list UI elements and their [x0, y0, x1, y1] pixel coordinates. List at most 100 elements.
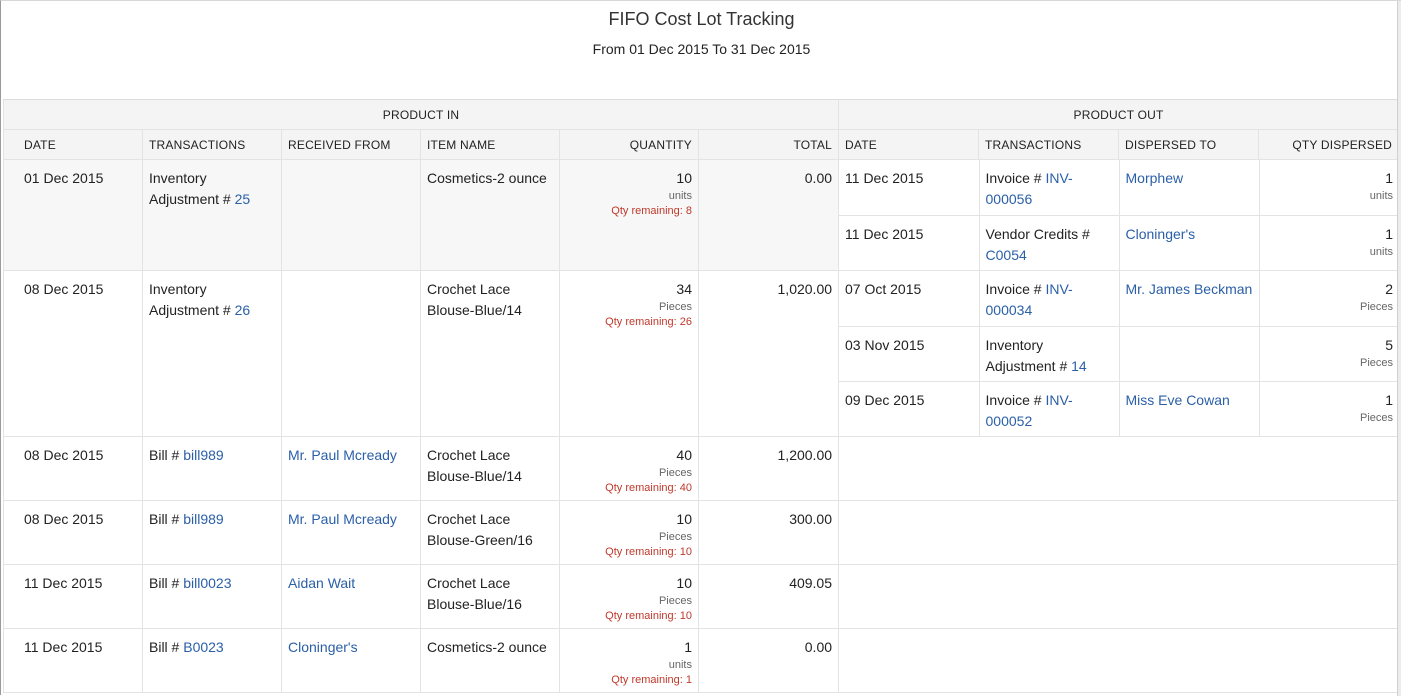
product-out-lots: 07 Oct 2015 Invoice # INV-000034 Mr. James…	[839, 271, 1398, 436]
col-out-transactions: TRANSACTIONS	[978, 129, 1120, 160]
quantity-value: 10	[676, 170, 692, 186]
row-date: 08 Dec 2015	[24, 447, 104, 463]
row-total: 409.05	[789, 575, 833, 591]
report-body: 01 Dec 2015 Inventory Adjustment # 25 Cosm…	[3, 159, 1400, 693]
row-item-name: Crochet Lace Blouse-Blue/14	[427, 447, 522, 484]
out-row: 07 Oct 2015 Invoice # INV-000034 Mr. James…	[839, 271, 1398, 327]
out-date: 11 Dec 2015	[845, 225, 924, 242]
out-transaction: Invoice # INV-000056	[980, 161, 1119, 211]
out-transaction: Vendor Credits # C0054	[980, 216, 1119, 266]
col-received-from: RECEIVED FROM	[281, 129, 421, 160]
row-date: 01 Dec 2015	[24, 170, 104, 186]
col-item-name: ITEM NAME	[420, 129, 560, 160]
row-item-name: Crochet Lace Blouse-Blue/14	[427, 281, 522, 318]
quantity-unit: units	[668, 659, 692, 671]
out-transaction: Invoice # INV-000052	[980, 382, 1119, 432]
fifo-lot-table: PRODUCT IN PRODUCT OUT DATE TRANSACTIONS…	[2, 99, 1400, 693]
received-from-link[interactable]: Mr. Paul Mcready	[283, 438, 420, 467]
row-transaction: Bill # bill989	[144, 502, 281, 531]
row-date: 11 Dec 2015	[24, 575, 103, 591]
out-qty-value: 1	[1385, 391, 1394, 408]
received-from-link[interactable]: Cloninger's	[283, 630, 420, 659]
product-out-empty	[838, 564, 1400, 629]
product-out-cell: 07 Oct 2015 Invoice # INV-000034 Mr. James…	[838, 270, 1400, 437]
transaction-link[interactable]: B0023	[183, 639, 223, 655]
received-from-link[interactable]	[283, 272, 420, 280]
out-row: 11 Dec 2015 Invoice # INV-000056 Morphew 1 u…	[839, 160, 1398, 216]
qty-remaining: Qty remaining: 10	[605, 546, 692, 558]
quantity-unit: Pieces	[658, 467, 692, 479]
out-qty-value: 5	[1385, 336, 1394, 353]
row-quantity: 10 Pieces Qty remaining: 10	[561, 502, 698, 561]
out-transaction: Invoice # INV-000034	[980, 272, 1119, 322]
row-total: 1,200.00	[777, 447, 833, 463]
transaction-link[interactable]: 26	[235, 302, 251, 318]
out-qty: 1 Pieces	[1260, 382, 1398, 426]
out-transaction-type: Inventory Adjustment #	[985, 336, 1072, 374]
out-date: 07 Oct 2015	[845, 281, 922, 297]
quantity-unit: units	[668, 190, 692, 202]
qty-remaining: Qty remaining: 40	[605, 482, 692, 494]
received-from-link[interactable]	[283, 161, 420, 169]
col-quantity: QUANTITY	[559, 129, 699, 160]
out-transaction-type: Vendor Credits #	[985, 225, 1090, 242]
qty-remaining: Qty remaining: 10	[605, 610, 692, 622]
row-quantity: 10 units Qty remaining: 8	[561, 161, 698, 220]
received-from-link[interactable]: Mr. Paul Mcready	[283, 502, 420, 531]
col-transactions: TRANSACTIONS	[142, 129, 282, 160]
transaction-type: Inventory Adjustment #	[149, 170, 235, 207]
product-out-cell: 11 Dec 2015 Invoice # INV-000056 Morphew 1 u…	[838, 159, 1400, 271]
row-transaction: Bill # B0023	[144, 630, 281, 659]
row-quantity: 34 Pieces Qty remaining: 26	[561, 272, 698, 331]
table-row: 08 Dec 2015 Inventory Adjustment # 26 Croc…	[3, 270, 1400, 437]
row-total: 0.00	[804, 639, 833, 655]
quantity-unit: Pieces	[658, 531, 692, 543]
product-out-empty	[838, 628, 1400, 693]
quantity-value: 10	[676, 575, 692, 591]
received-from-link[interactable]: Aidan Wait	[283, 566, 420, 595]
table-row: 11 Dec 2015 Bill # B0023 Cloninger's Cosmet…	[3, 628, 1400, 693]
transaction-type: Bill #	[149, 575, 184, 591]
dispersed-to-link[interactable]	[1120, 327, 1259, 335]
out-transaction-link[interactable]: 14	[1071, 358, 1087, 374]
out-qty-value: 1	[1385, 225, 1394, 242]
transaction-type: Bill #	[149, 639, 184, 655]
row-transaction: Inventory Adjustment # 26	[144, 272, 281, 322]
table-row: 01 Dec 2015 Inventory Adjustment # 25 Cosm…	[3, 159, 1400, 271]
quantity-value: 34	[676, 281, 692, 297]
out-qty: 1 units	[1260, 161, 1398, 205]
out-transaction-type: Invoice #	[985, 170, 1046, 186]
transaction-link[interactable]: bill989	[183, 511, 223, 527]
product-in-header: PRODUCT IN	[2, 99, 840, 130]
transaction-link[interactable]: 25	[235, 191, 251, 207]
row-date: 08 Dec 2015	[24, 511, 104, 527]
out-row: 11 Dec 2015 Vendor Credits # C0054 Cloning…	[839, 215, 1398, 270]
out-qty-unit: Pieces	[1359, 356, 1394, 369]
out-date: 09 Dec 2015	[845, 391, 925, 408]
quantity-value: 1	[684, 639, 692, 655]
row-item-name: Crochet Lace Blouse-Blue/16	[427, 575, 522, 612]
col-out-date: DATE	[838, 129, 980, 160]
table-row: 08 Dec 2015 Bill # bill989 Mr. Paul Mcread…	[3, 436, 1400, 501]
out-qty: 5 Pieces	[1260, 327, 1398, 371]
product-out-lots: 11 Dec 2015 Invoice # INV-000056 Morphew 1 u…	[839, 160, 1398, 270]
report-page: FIFO Cost Lot Tracking From 01 Dec 2015 …	[0, 0, 1401, 696]
out-transaction-link[interactable]: C0054	[986, 247, 1027, 263]
out-qty-unit: Pieces	[1359, 301, 1394, 313]
out-qty: 2 Pieces	[1260, 272, 1398, 316]
row-transaction: Bill # bill989	[144, 438, 281, 467]
dispersed-to-link[interactable]: Cloninger's	[1120, 216, 1259, 245]
transaction-link[interactable]: bill989	[183, 447, 223, 463]
row-transaction: Inventory Adjustment # 25	[144, 161, 281, 211]
report-date-range: From 01 Dec 2015 To 31 Dec 2015	[592, 41, 811, 57]
row-total: 0.00	[804, 170, 833, 186]
out-qty: 1 units	[1260, 216, 1398, 260]
quantity-value: 10	[676, 511, 692, 527]
dispersed-to-link[interactable]: Mr. James Beckman	[1120, 272, 1259, 301]
transaction-link[interactable]: bill0023	[183, 575, 231, 591]
dispersed-to-link[interactable]: Miss Eve Cowan	[1120, 382, 1259, 411]
row-item-name: Crochet Lace Blouse-Green/16	[427, 511, 533, 548]
scrollbar-track[interactable]	[1397, 1, 1401, 696]
dispersed-to-link[interactable]: Morphew	[1120, 161, 1259, 190]
row-quantity: 10 Pieces Qty remaining: 10	[561, 566, 698, 625]
